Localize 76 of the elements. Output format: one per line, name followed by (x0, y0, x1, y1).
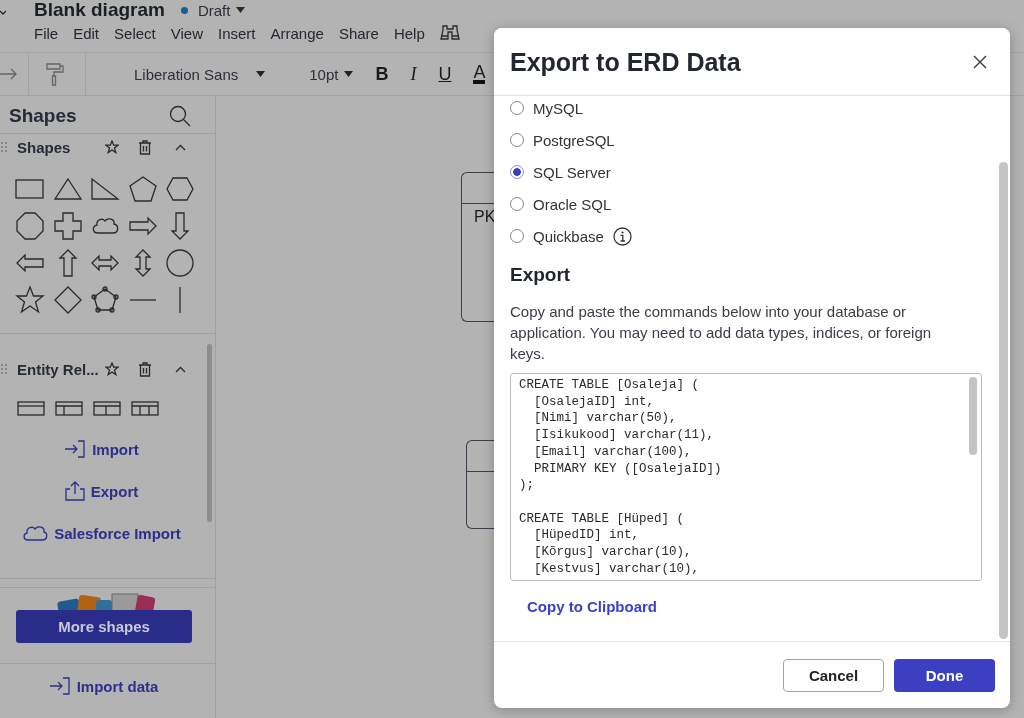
document-title[interactable]: Blank diagram (34, 0, 165, 21)
star-icon[interactable] (105, 362, 119, 376)
table-icon[interactable] (93, 401, 121, 416)
octagon-icon[interactable] (15, 211, 45, 241)
redo-icon[interactable] (0, 68, 18, 80)
menu-item[interactable]: Edit (73, 24, 100, 42)
section-title[interactable]: Entity Rel... (17, 360, 105, 378)
binoculars-icon[interactable] (439, 24, 460, 42)
upload-icon (64, 481, 85, 501)
option-label[interactable]: SQL Server (533, 163, 611, 181)
hexagon-icon[interactable] (165, 174, 195, 204)
caret-icon[interactable] (175, 143, 186, 151)
star-icon[interactable] (15, 285, 45, 315)
chevron-icon[interactable] (0, 10, 6, 16)
pentagon-icon[interactable] (127, 174, 158, 204)
star-icon[interactable] (105, 140, 119, 154)
import-icon (48, 677, 71, 695)
description-text: Copy and paste the commands below into your database or application. You may need to add data types, indices, or foreign keys. (510, 302, 933, 364)
menu-item[interactable]: Insert (218, 24, 256, 42)
format-button[interactable]: I (410, 63, 417, 85)
scrollbar[interactable] (969, 377, 977, 455)
option-label[interactable]: MySQL (533, 99, 583, 117)
caret-icon[interactable] (175, 365, 186, 373)
caret-icon (236, 7, 246, 13)
trash-icon[interactable] (139, 139, 151, 155)
paint-roller-icon[interactable] (45, 62, 65, 86)
circle-icon[interactable] (165, 248, 195, 278)
polygon-icon[interactable] (90, 285, 120, 315)
font-size-dropdown[interactable]: 10pt (309, 65, 354, 83)
font-dropdown[interactable]: Liberation Sans (86, 65, 266, 83)
caret-icon (344, 71, 354, 77)
sidebar-link[interactable]: Export (90, 482, 139, 500)
menu-item[interactable]: Help (393, 24, 425, 42)
cancel-button[interactable]: Cancel (783, 658, 884, 692)
search-icon[interactable] (169, 105, 191, 127)
scrollbar[interactable] (207, 344, 212, 522)
format-button[interactable]: A (473, 64, 486, 84)
radio-button[interactable] (510, 165, 524, 179)
trash-icon[interactable] (139, 361, 151, 377)
menu-item[interactable]: Share (338, 24, 379, 42)
drag-handle-icon[interactable] (1, 363, 7, 375)
panel-title: Shapes (9, 105, 77, 127)
import-data-link[interactable]: Import data (76, 677, 159, 695)
format-button[interactable]: U (438, 63, 452, 85)
entity-field: PK (474, 208, 496, 226)
caret-icon (256, 71, 266, 77)
cross-icon[interactable] (52, 211, 83, 241)
copy-link[interactable]: Copy to Clipboard (527, 598, 657, 615)
status-dot (180, 6, 188, 14)
cloud-icon (22, 524, 49, 542)
table-icon[interactable] (17, 401, 45, 416)
code-field[interactable]: CREATE TABLE [Osaleja] ( [OsalejaID] int, [Nimi] varchar(50), [Isikukood] varchar(11), [Email] varchar(100), PRIMARY KEY ([OsalejaID]) ); CREATE TABLE [Hüped] ( [HüpedID] int, [Kõrgus] varchar(10), [Kestvus] varchar(10), (510, 373, 982, 581)
dialog-title: Export to ERD Data (510, 48, 741, 77)
format-button[interactable]: B (375, 63, 389, 85)
option-label[interactable]: PostgreSQL (533, 131, 615, 149)
close-icon[interactable] (973, 54, 987, 69)
info-icon[interactable] (612, 226, 632, 246)
option-label[interactable]: Quickbase (533, 227, 604, 245)
drag-handle-icon[interactable] (1, 141, 7, 153)
table-icon[interactable] (55, 401, 83, 416)
sidebar-link[interactable]: Import (92, 440, 139, 458)
menu-item[interactable]: View (170, 24, 203, 42)
menu-item[interactable]: Arrange (270, 24, 324, 42)
status-dropdown[interactable]: Draft (197, 1, 246, 19)
sidebar-link[interactable]: Salesforce Import (54, 524, 181, 542)
menu-item[interactable]: File (34, 24, 59, 42)
more-shapes-button[interactable]: More shapes (16, 610, 192, 643)
section-title[interactable]: Shapes (17, 138, 105, 156)
done-button[interactable]: Done (894, 658, 995, 692)
option-label[interactable]: Oracle SQL (533, 195, 612, 213)
section-heading: Export (510, 264, 572, 286)
diamond-icon[interactable] (52, 285, 83, 315)
scrollbar[interactable] (999, 162, 1008, 639)
import-icon (64, 440, 87, 458)
table-icon[interactable] (131, 401, 159, 416)
menu-item[interactable]: Select (114, 24, 156, 42)
